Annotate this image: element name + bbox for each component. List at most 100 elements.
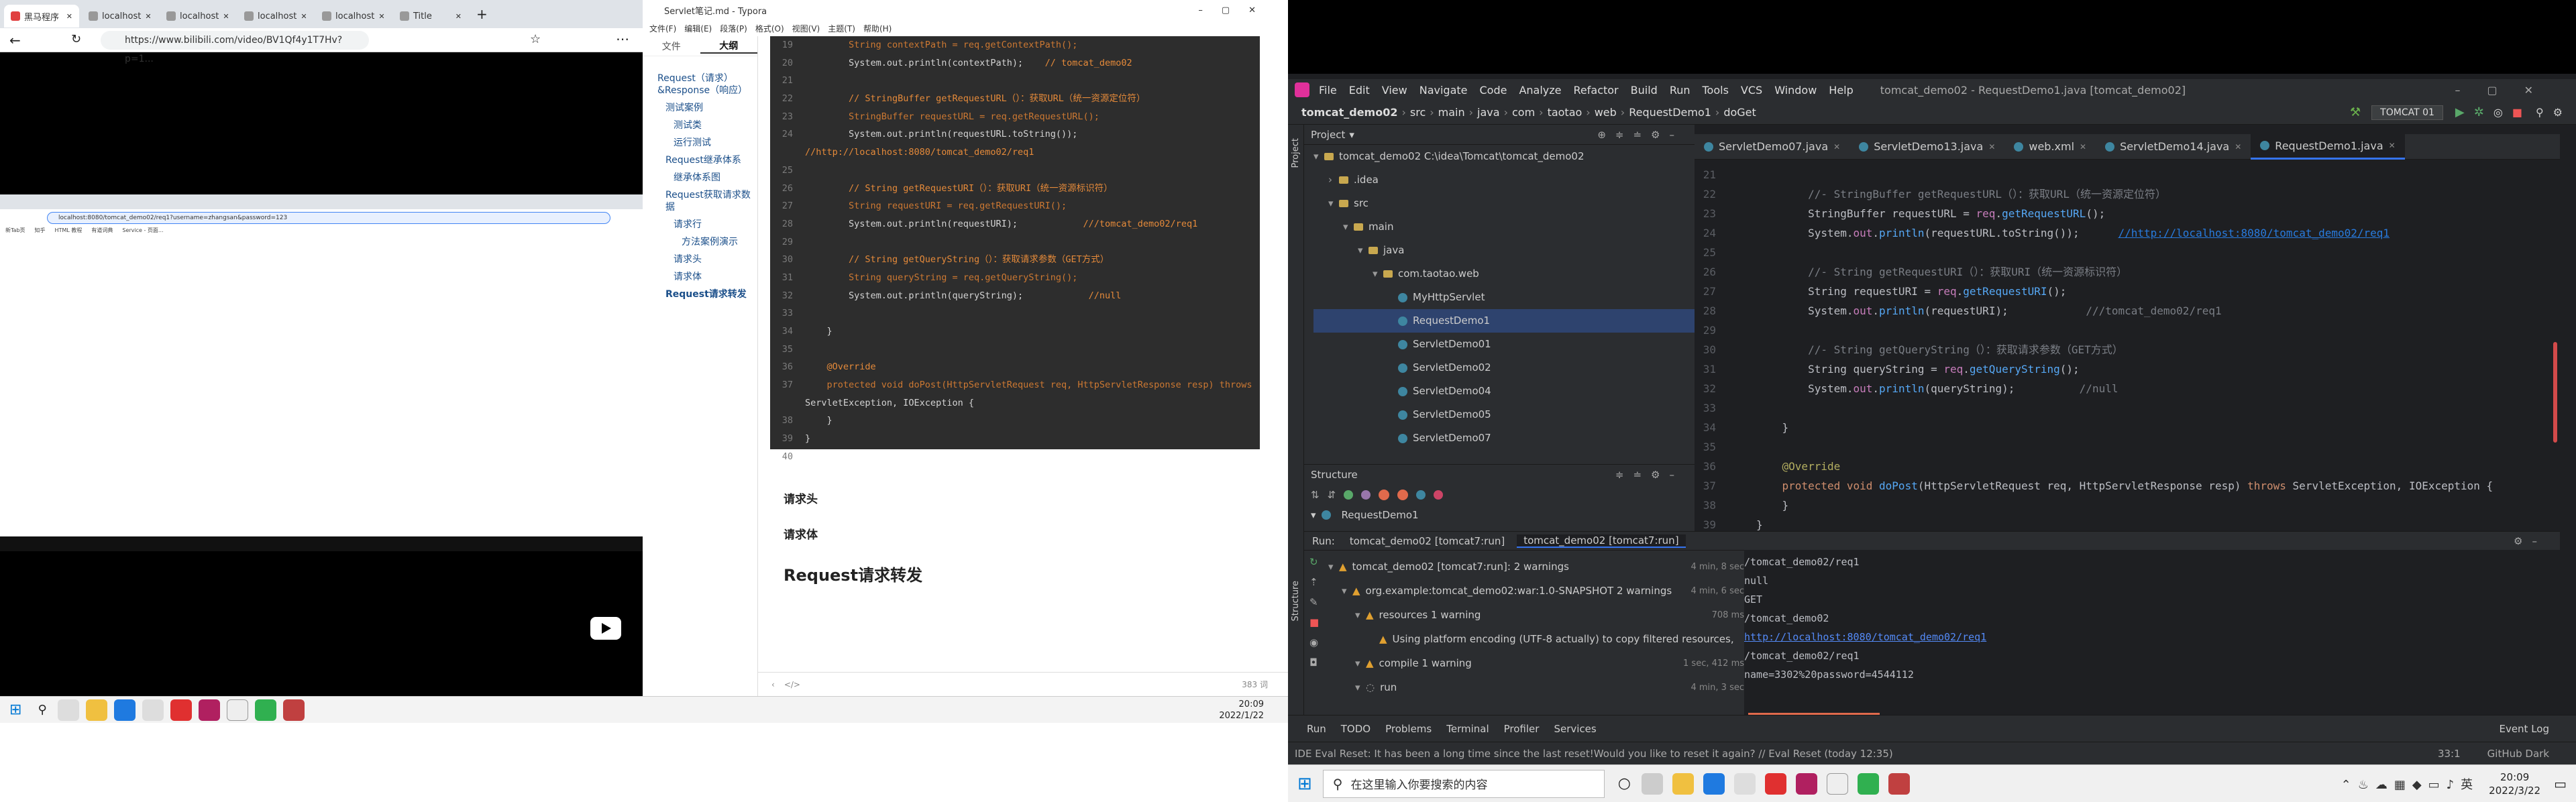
filter-icon[interactable] xyxy=(1379,490,1390,500)
chevron-down-icon[interactable]: ▾ xyxy=(1328,192,1339,215)
run-tab-1[interactable]: tomcat_demo02 [tomcat7:run] xyxy=(1343,535,1511,547)
play-icon[interactable] xyxy=(590,617,621,640)
refresh-icon[interactable]: ↻ xyxy=(71,32,81,46)
event-log[interactable]: Event Log xyxy=(2499,723,2549,735)
close-icon[interactable]: ✕ xyxy=(223,12,229,21)
close-icon[interactable]: ✕ xyxy=(2080,142,2086,152)
run-icon[interactable]: ▶ xyxy=(2455,105,2465,119)
console-line[interactable]: http://localhost:8080/tomcat_demo02/req1 xyxy=(1744,628,2560,646)
project-title[interactable]: Project xyxy=(1311,129,1345,141)
tree-item[interactable]: ▾ main xyxy=(1313,215,1695,239)
chevron-down-icon[interactable]: ▾ xyxy=(1342,585,1352,597)
browser-tab[interactable]: Title ✕ xyxy=(393,5,468,27)
back-icon[interactable]: ← xyxy=(9,32,21,48)
chevron-down-icon[interactable]: ▾ xyxy=(1328,561,1339,573)
theme-name[interactable]: GitHub Dark xyxy=(2487,748,2549,760)
typora-menu-item[interactable]: 文件(F) xyxy=(649,23,676,34)
tool-window-button[interactable]: Terminal xyxy=(1446,723,1489,735)
tree-item[interactable]: ServletDemo05 xyxy=(1313,403,1695,426)
tab-outline[interactable]: 大纲 xyxy=(700,39,757,54)
inner-address-bar[interactable]: localhost:8080/tomcat_demo02/req1?userna… xyxy=(47,212,610,224)
typora-menu-item[interactable]: 帮助(H) xyxy=(863,23,892,34)
browser-tab[interactable]: localhost ✕ xyxy=(160,5,235,27)
bookmark-item[interactable]: HTML 教程 xyxy=(55,227,83,234)
close-icon[interactable]: ✕ xyxy=(378,12,384,21)
tool-window-button[interactable]: Services xyxy=(1554,723,1596,735)
outline-item[interactable]: Request获取请求数据 xyxy=(657,186,755,216)
chevron-down-icon[interactable]: ▾ xyxy=(1373,262,1383,286)
close-icon[interactable]: ✕ xyxy=(66,12,72,21)
tree-item[interactable]: ▾ java xyxy=(1313,239,1695,262)
coverage-icon[interactable]: ◎ xyxy=(2493,106,2503,119)
favorites-icon[interactable]: ☆ xyxy=(530,32,541,46)
run-console[interactable]: /tomcat_demo02/req1 null GET/tomcat_demo02… xyxy=(1744,550,2560,715)
start-icon[interactable]: ⊞ xyxy=(1297,774,1312,794)
tree-item[interactable]: ServletDemo04 xyxy=(1313,380,1695,403)
search-icon[interactable]: ⚲ xyxy=(38,703,46,717)
app-icon[interactable] xyxy=(282,699,305,721)
settings-icon[interactable]: ⚙ xyxy=(2553,106,2563,119)
bookmark-item[interactable]: 有道词典 xyxy=(91,227,113,234)
wrench-icon[interactable]: ✎ xyxy=(1309,596,1324,608)
stop-icon[interactable]: ■ xyxy=(1309,616,1324,628)
run-tree-item[interactable]: ▾ ▲ tomcat_demo02 [tomcat7:run]: 2 warning… xyxy=(1328,555,1744,579)
typora-menu-item[interactable]: 格式(O) xyxy=(755,23,784,34)
sort-alpha-icon[interactable]: ⇵ xyxy=(1328,489,1336,501)
window-controls-icon[interactable]: –▢✕ xyxy=(1198,5,1275,15)
breadcrumb-item[interactable]: main xyxy=(1438,106,1465,119)
chevron-down-icon[interactable]: ▾ xyxy=(1311,509,1316,521)
close-icon[interactable]: ✕ xyxy=(301,12,307,21)
run-tab-2[interactable]: tomcat_demo02 [tomcat7:run] xyxy=(1517,534,1686,548)
outline-item[interactable]: 方法案例演示 xyxy=(657,233,755,251)
app-icon[interactable] xyxy=(1765,772,1786,795)
idea-menu-item[interactable]: Window xyxy=(1774,84,1817,97)
breadcrumb-item[interactable]: tomcat_demo02 xyxy=(1301,106,1397,119)
browser-tab[interactable]: 黑马程序 ✕ xyxy=(4,5,79,27)
outline-item[interactable]: 测试类 xyxy=(657,117,755,134)
editor-tab[interactable]: ServletDemo07.java ✕ xyxy=(1695,134,1849,160)
structure-root[interactable]: RequestDemo1 xyxy=(1342,509,1419,521)
tool-window-button[interactable]: TODO xyxy=(1341,723,1371,735)
app-icon[interactable] xyxy=(142,699,164,721)
outline-item[interactable]: Request继承体系 xyxy=(657,152,755,169)
typora-heading[interactable]: 请求体 xyxy=(784,525,1186,542)
chevron-down-icon[interactable]: ▾ xyxy=(1355,681,1366,693)
run-config-select[interactable]: TOMCAT 01 xyxy=(2371,105,2443,120)
idea-menu-item[interactable]: View xyxy=(1382,84,1407,97)
outline-item[interactable]: Request请求转发 xyxy=(657,286,755,303)
typora-menu-item[interactable]: 视图(V) xyxy=(792,23,820,34)
new-tab-icon[interactable]: + xyxy=(476,6,488,22)
filter-icon[interactable] xyxy=(1416,490,1426,500)
run-tree-item[interactable]: ▾ ▲ org.example:tomcat_demo02:war:1.0-SNAP… xyxy=(1328,579,1744,603)
up-icon[interactable]: ⇡ xyxy=(1309,576,1324,588)
chevron-down-icon[interactable]: ▾ xyxy=(1313,145,1324,168)
app-icon[interactable] xyxy=(170,699,192,721)
cortana-icon[interactable]: ○ xyxy=(1618,775,1631,792)
outline-item[interactable]: 请求头 xyxy=(657,251,755,268)
editor-tab[interactable]: ServletDemo14.java ✕ xyxy=(2096,134,2251,160)
idea-menu-item[interactable]: Build xyxy=(1631,84,1658,97)
idea-menu-item[interactable]: VCS xyxy=(1741,84,1762,97)
idea-menu-item[interactable]: Tools xyxy=(1703,84,1729,97)
close-icon[interactable]: ✕ xyxy=(145,12,151,21)
breadcrumb-item[interactable]: taotao xyxy=(1548,106,1582,119)
idea-menu-item[interactable]: Edit xyxy=(1349,84,1370,97)
typora-menu-item[interactable]: 主题(T) xyxy=(828,23,855,34)
structure-tool-tab[interactable]: Structure xyxy=(1291,581,1301,621)
idea-menu-item[interactable]: File xyxy=(1319,84,1337,97)
breadcrumb-item[interactable]: web xyxy=(1595,106,1617,119)
run-tree-item[interactable]: ▲ Using platform encoding (UTF-8 actually… xyxy=(1328,627,1744,651)
tree-item[interactable]: MyHttpServlet xyxy=(1313,286,1695,309)
eye-icon[interactable]: ◉ xyxy=(1309,636,1324,648)
typora-icon[interactable] xyxy=(226,699,248,721)
camera-icon[interactable]: ◘ xyxy=(1309,656,1324,669)
explorer-icon[interactable] xyxy=(85,699,107,721)
editor-tab[interactable]: web.xml ✕ xyxy=(2004,134,2096,160)
editor-tab[interactable]: ServletDemo13.java ✕ xyxy=(1849,134,2004,160)
explorer-icon[interactable] xyxy=(1672,772,1694,795)
window-controls-icon[interactable]: –▢✕ xyxy=(2455,84,2560,97)
edge-icon[interactable] xyxy=(113,699,136,721)
word-count[interactable]: 383 词 xyxy=(1242,679,1268,690)
app-icon[interactable] xyxy=(1734,772,1756,795)
breadcrumb-item[interactable]: doGet xyxy=(1723,106,1756,119)
